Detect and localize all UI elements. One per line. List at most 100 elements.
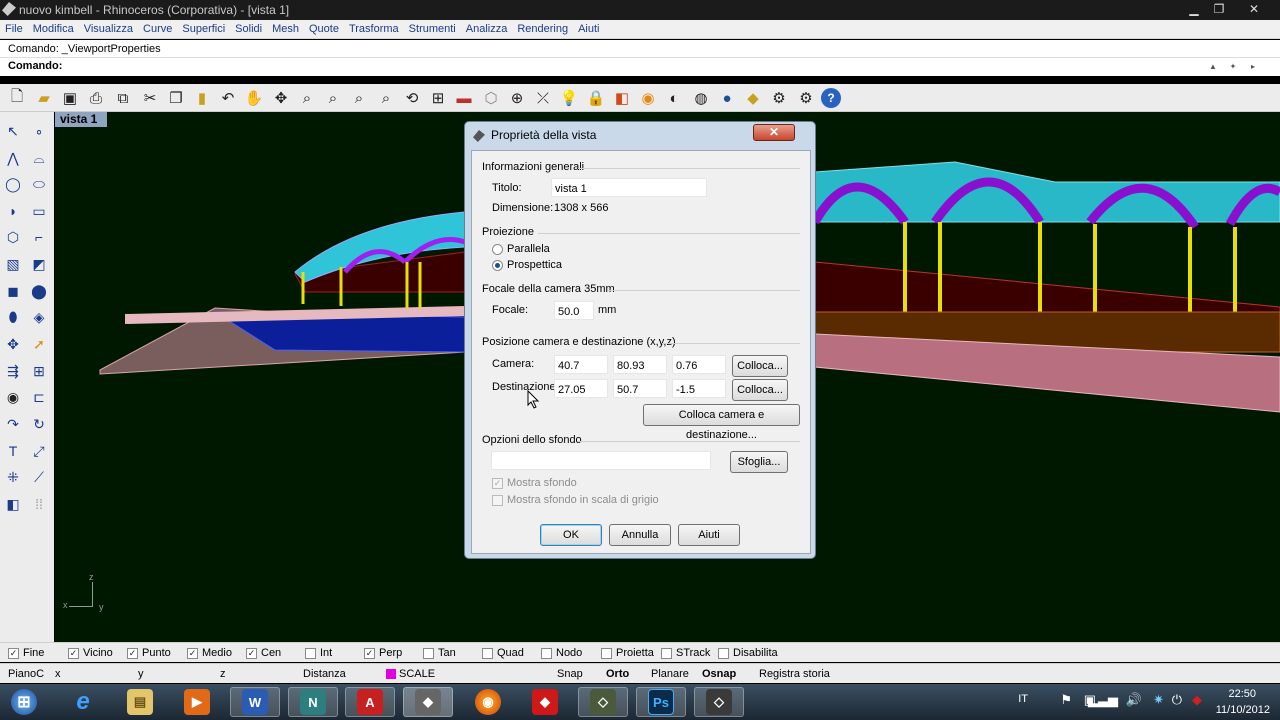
- box-icon[interactable]: ◼: [2, 280, 24, 302]
- show-background-checkbox[interactable]: ✓: [492, 478, 503, 489]
- minimize-button[interactable]: ▁: [1182, 1, 1206, 17]
- menu-file[interactable]: File: [0, 20, 28, 39]
- rotate-icon[interactable]: ↻: [28, 413, 50, 435]
- osnap-cen-checkbox[interactable]: ✓: [246, 647, 257, 659]
- volume-icon[interactable]: 🔊: [1126, 692, 1142, 708]
- menu-rendering[interactable]: Rendering: [512, 20, 573, 39]
- fillet-icon[interactable]: ⌐: [28, 226, 50, 248]
- osnap-perp[interactable]: ✓ Perp: [364, 647, 402, 659]
- show-grayscale-checkbox[interactable]: [492, 495, 503, 506]
- target-z-field[interactable]: [672, 379, 726, 398]
- zoom-selected-icon[interactable]: ⌕: [375, 87, 397, 109]
- maximize-button[interactable]: ❐: [1207, 1, 1231, 17]
- select-points-icon[interactable]: ⤫: [532, 87, 554, 109]
- osnap-fine[interactable]: ✓ Fine: [8, 647, 44, 659]
- language-indicator[interactable]: IT: [1018, 693, 1028, 705]
- export-icon[interactable]: ⧉: [112, 87, 134, 109]
- text-icon[interactable]: T: [2, 440, 24, 462]
- osnap-punto[interactable]: ✓ Punto: [127, 647, 171, 659]
- taskbar-n-app[interactable]: N: [288, 687, 338, 717]
- copy-icon[interactable]: ❐: [165, 87, 187, 109]
- osnap-nodo[interactable]: Nodo: [541, 647, 582, 659]
- osnap-tan[interactable]: Tan: [423, 647, 456, 659]
- clock-date[interactable]: 11/10/2012: [1216, 704, 1270, 716]
- osnap-punto-checkbox[interactable]: ✓: [127, 647, 138, 659]
- wireframe-sphere-icon[interactable]: ◐: [663, 87, 685, 109]
- menu-aiuti[interactable]: Aiuti: [573, 20, 604, 39]
- menu-mesh[interactable]: Mesh: [267, 20, 304, 39]
- zoom-extents-icon[interactable]: ⌕: [348, 87, 370, 109]
- color-wheel-icon[interactable]: ◉: [637, 87, 659, 109]
- point-icon[interactable]: ∘: [28, 120, 50, 142]
- cylinder-icon[interactable]: ⬮: [2, 306, 24, 328]
- signal-icon[interactable]: ▂▃▅: [1088, 692, 1118, 708]
- osnap-medio[interactable]: ✓ Medio: [187, 647, 232, 659]
- menu-quote[interactable]: Quote: [304, 20, 344, 39]
- scroll-end-icon[interactable]: ▸: [1246, 60, 1260, 74]
- planar-toggle[interactable]: Planare: [651, 668, 689, 680]
- taskbar-photoshop[interactable]: Ps: [636, 687, 686, 717]
- rotate-view-icon[interactable]: ✥: [270, 87, 292, 109]
- array-icon[interactable]: ⇶: [2, 360, 24, 382]
- scroll-up-icon[interactable]: ▲: [1206, 60, 1220, 74]
- help-icon[interactable]: ?: [821, 88, 841, 108]
- shaded-sphere-icon[interactable]: ◍: [690, 87, 712, 109]
- menu-curve[interactable]: Curve: [138, 20, 177, 39]
- mirror-icon[interactable]: ➚: [28, 333, 50, 355]
- open-folder-icon[interactable]: ▰: [33, 87, 55, 109]
- snap-icon[interactable]: ⤢: [28, 440, 50, 462]
- zoom-window-icon[interactable]: ⌕: [322, 87, 344, 109]
- menu-visualizza[interactable]: Visualizza: [79, 20, 138, 39]
- taskbar-app3[interactable]: ◇: [694, 687, 744, 717]
- osnap-vicino-checkbox[interactable]: ✓: [68, 647, 79, 659]
- osnap-int[interactable]: Int: [305, 647, 332, 659]
- close-button[interactable]: ✕: [1242, 1, 1266, 17]
- light-bulb-icon[interactable]: 💡: [558, 87, 580, 109]
- osnap-tan-checkbox[interactable]: [423, 647, 434, 659]
- cancel-button[interactable]: Annulla: [609, 524, 671, 546]
- new-file-icon[interactable]: 🗋: [6, 87, 28, 109]
- mesh-icon[interactable]: ◈: [28, 306, 50, 328]
- target-y-field[interactable]: [613, 379, 667, 398]
- taskbar-ie[interactable]: e: [58, 687, 108, 717]
- power-icon[interactable]: ⏻: [1172, 692, 1182, 708]
- osnap-proietta[interactable]: Proietta: [601, 647, 654, 659]
- help-button[interactable]: Aiuti: [678, 524, 740, 546]
- settings-gear-icon[interactable]: ⚙: [768, 87, 790, 109]
- boolean-icon[interactable]: ⬤: [28, 280, 50, 302]
- ok-button[interactable]: OK: [540, 524, 602, 546]
- command-input[interactable]: [66, 60, 1196, 74]
- osnap-perp-checkbox[interactable]: ✓: [364, 647, 375, 659]
- camera-y-field[interactable]: [613, 355, 667, 374]
- flag-icon[interactable]: ⚑: [1060, 692, 1072, 708]
- place-camera-button[interactable]: Colloca...: [732, 355, 788, 377]
- menu-superfici[interactable]: Superfici: [177, 20, 230, 39]
- distance-icon[interactable]: ⊏: [28, 386, 50, 408]
- lock-icon[interactable]: 🔒: [585, 87, 607, 109]
- osnap-medio-checkbox[interactable]: ✓: [187, 647, 198, 659]
- menu-analizza[interactable]: Analizza: [461, 20, 513, 39]
- disabled-tool-icon[interactable]: ⁞⁞: [28, 493, 50, 515]
- scroll-down-icon[interactable]: ✦: [1226, 60, 1240, 74]
- menu-trasforma[interactable]: Trasforma: [344, 20, 404, 39]
- osnap-nodo-checkbox[interactable]: [541, 647, 552, 659]
- snap-toggle[interactable]: Snap: [557, 668, 583, 680]
- title-field[interactable]: [551, 178, 707, 197]
- car-icon[interactable]: ▬: [453, 87, 475, 109]
- solid-box-icon[interactable]: ◧: [2, 493, 24, 515]
- taskbar-rhino[interactable]: ◆: [403, 687, 453, 717]
- osnap-strack[interactable]: STrack: [661, 647, 710, 659]
- taskbar-acrobat[interactable]: A: [345, 687, 395, 717]
- place-target-button[interactable]: Colloca...: [732, 379, 788, 401]
- osnap-toggle[interactable]: Osnap: [702, 668, 736, 680]
- options-gear-icon[interactable]: ⚙: [795, 87, 817, 109]
- place-camera-and-target-button[interactable]: Colloca camera e destinazione...: [643, 404, 800, 441]
- osnap-quad[interactable]: Quad: [482, 647, 524, 659]
- osnap-cen[interactable]: ✓ Cen: [246, 647, 281, 659]
- taskbar-firefox[interactable]: ◉: [463, 687, 513, 717]
- osnap-strack-checkbox[interactable]: [661, 647, 672, 659]
- clock-time[interactable]: 22:50: [1228, 688, 1256, 700]
- taskbar-antivirus[interactable]: ◆: [520, 687, 570, 717]
- cut-icon[interactable]: ✂: [139, 87, 161, 109]
- ellipse-icon[interactable]: ⬭: [28, 173, 50, 195]
